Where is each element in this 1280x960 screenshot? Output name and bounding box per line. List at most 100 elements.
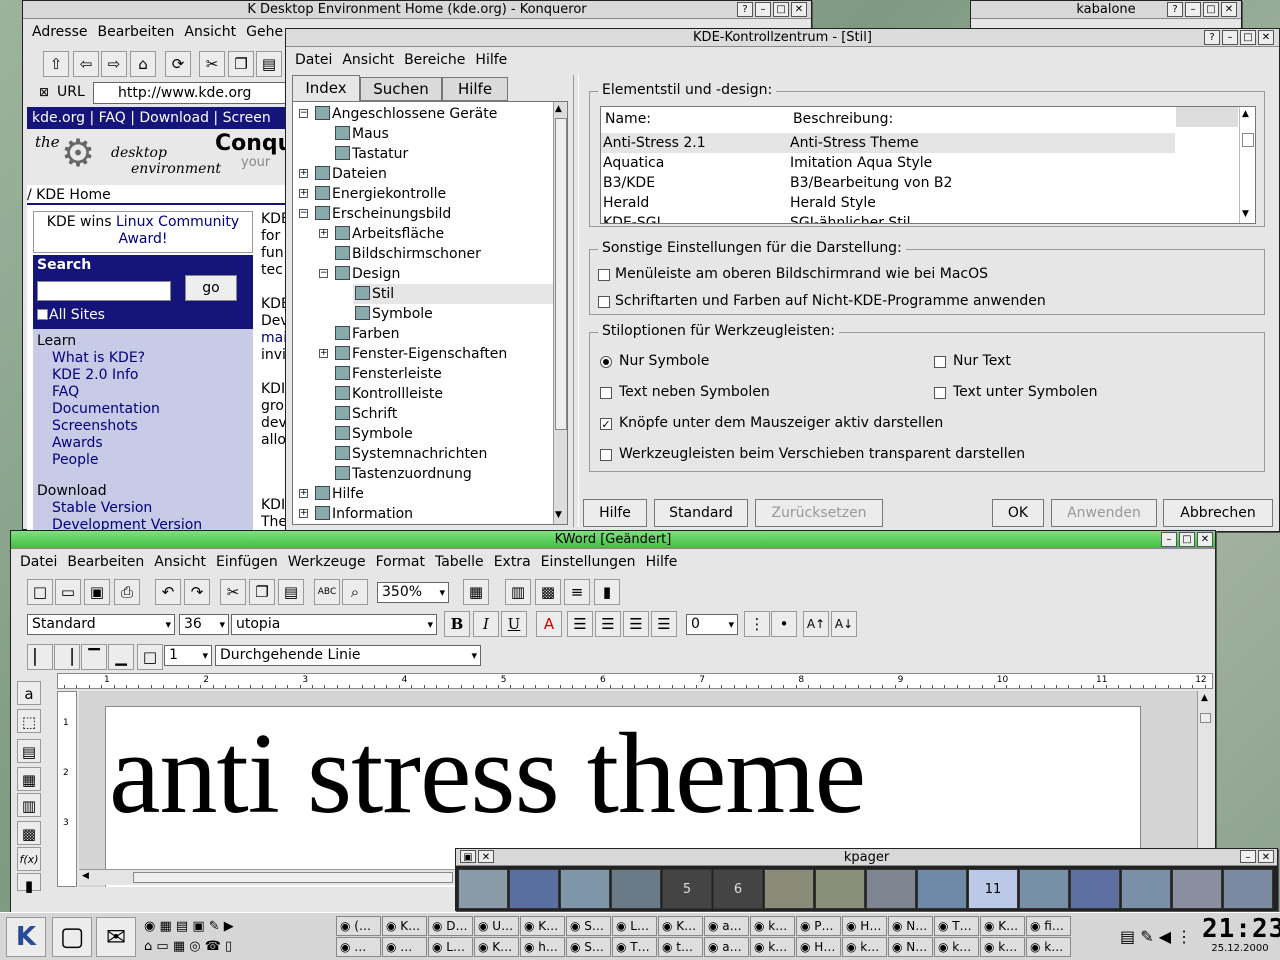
- paste-icon[interactable]: ▤: [278, 579, 304, 605]
- align-justify-icon[interactable]: ☰: [651, 611, 677, 637]
- reset-button[interactable]: Zurücksetzen: [755, 499, 883, 527]
- tree-item[interactable]: Information: [315, 504, 413, 524]
- link-faq[interactable]: FAQ: [52, 384, 253, 401]
- pager-desktop[interactable]: [1223, 869, 1273, 909]
- apply-colors-checkbox[interactable]: [598, 296, 610, 308]
- create-picture-frame-icon[interactable]: ▦: [17, 767, 41, 791]
- hover-buttons-checkbox[interactable]: ✓: [600, 418, 612, 430]
- lifesaver-icon[interactable]: ◎: [189, 939, 204, 954]
- home-icon[interactable]: ⌂: [130, 51, 156, 77]
- open-icon[interactable]: ▭: [55, 579, 81, 605]
- scroll-up-icon[interactable]: ▲: [1242, 109, 1249, 119]
- volume-icon[interactable]: ◀: [1159, 927, 1171, 946]
- usb-icon[interactable]: ⋮: [1176, 927, 1192, 946]
- kabalone-minimize-button[interactable]: –: [1185, 2, 1201, 17]
- menu-einfuegen[interactable]: Einfügen: [211, 554, 283, 570]
- task-button[interactable]: ◉ t…: [658, 937, 703, 957]
- tab-suchen[interactable]: Suchen: [360, 77, 442, 101]
- task-button[interactable]: ◉ T…: [934, 916, 979, 936]
- link-screenshots[interactable]: Screenshots: [52, 418, 253, 435]
- kabalone-help-button[interactable]: ?: [1167, 2, 1183, 17]
- new-icon[interactable]: □: [27, 579, 53, 605]
- task-button[interactable]: ◉ h…: [520, 937, 565, 957]
- scroll-thumb[interactable]: [1242, 133, 1254, 147]
- pager-desktop[interactable]: 6: [713, 869, 763, 909]
- bold-icon[interactable]: B: [444, 611, 470, 637]
- scroll-down-icon[interactable]: ▼: [1242, 209, 1249, 219]
- task-button[interactable]: ◉ L…: [612, 916, 657, 936]
- task-button[interactable]: ◉ (…: [336, 916, 381, 936]
- tree-item[interactable]: Design: [335, 264, 400, 284]
- kcontrol-titlebar[interactable]: KDE-Kontrollzentrum - [Stil]: [286, 29, 1279, 47]
- save-icon[interactable]: ▣: [84, 579, 110, 605]
- tree-item[interactable]: Systemnachrichten: [335, 444, 487, 464]
- apply-button[interactable]: Anwenden: [1051, 499, 1157, 527]
- up-icon[interactable]: ⇧: [43, 51, 69, 77]
- tree-item[interactable]: Energiekontrolle: [315, 184, 446, 204]
- border-right-icon[interactable]: ▕: [54, 644, 80, 670]
- create-table-icon[interactable]: ▥: [17, 793, 41, 817]
- vertical-ruler[interactable]: 1 2 3: [57, 691, 77, 887]
- print-icon[interactable]: ⎙: [114, 579, 140, 605]
- package-icon[interactable]: ▤: [176, 919, 192, 934]
- menu-ansicht[interactable]: Ansicht: [179, 24, 241, 40]
- style-row[interactable]: KDE-SGI SGI-ähnlicher Stil: [601, 213, 1175, 223]
- copy-icon[interactable]: ❐: [249, 579, 275, 605]
- menu-ansicht[interactable]: Ansicht: [337, 52, 399, 68]
- task-button[interactable]: ◉ U…: [474, 916, 519, 936]
- tree-item[interactable]: Symbole: [335, 424, 413, 444]
- cancel-button[interactable]: Abbrechen: [1163, 499, 1273, 527]
- icons-only-radio[interactable]: [600, 356, 612, 368]
- task-button[interactable]: ◉ k…: [934, 937, 979, 957]
- tree-item[interactable]: Angeschlossene Geräte: [315, 104, 497, 124]
- award-link[interactable]: Linux Community: [116, 214, 239, 230]
- task-button[interactable]: ◉ K…: [658, 916, 703, 936]
- tree-expander-icon[interactable]: −: [299, 109, 308, 118]
- tree-item[interactable]: Farben: [335, 324, 399, 344]
- pager-desktop[interactable]: [1070, 869, 1120, 909]
- link-kde-20-info[interactable]: KDE 2.0 Info: [52, 367, 253, 384]
- kcontrol-help-button[interactable]: ?: [1204, 30, 1220, 45]
- task-button[interactable]: ◉ S…: [566, 937, 611, 957]
- col-desc-header[interactable]: Beschreibung:: [793, 111, 893, 127]
- link-stable-version[interactable]: Stable Version: [52, 500, 253, 517]
- underline-icon[interactable]: U: [501, 611, 527, 637]
- back-icon[interactable]: ⇦: [73, 51, 99, 77]
- task-button[interactable]: ◉ K…: [382, 916, 427, 936]
- insert-part-icon[interactable]: ▩: [535, 579, 561, 605]
- k-menu-icon[interactable]: K: [6, 917, 46, 957]
- task-button[interactable]: ◉ k…: [1026, 937, 1071, 957]
- tree-scrollbar[interactable]: ▲ ▼: [553, 102, 567, 524]
- url-clear-icon[interactable]: ⊠: [39, 85, 49, 99]
- kabalone-close-button[interactable]: ✕: [1221, 2, 1237, 17]
- tab-index[interactable]: Index: [292, 75, 360, 101]
- cut-icon[interactable]: ✂: [220, 579, 246, 605]
- style-row[interactable]: Herald Herald Style: [601, 193, 1175, 213]
- tab-hilfe[interactable]: Hilfe: [442, 77, 508, 101]
- edit-text-tool-icon[interactable]: a: [17, 681, 41, 705]
- horizontal-ruler[interactable]: 1 2 3 4 5 6 7 8 9 10 11 12: [57, 673, 1213, 689]
- style-row[interactable]: Aquatica Imitation Aqua Style: [601, 153, 1175, 173]
- task-button[interactable]: ◉ a…: [704, 916, 749, 936]
- link-what-is-kde[interactable]: What is KDE?: [52, 350, 253, 367]
- task-button[interactable]: ◉ k…: [750, 937, 795, 957]
- style-row[interactable]: B3/KDE B3/Bearbeitung von B2: [601, 173, 1175, 193]
- pager-desktop[interactable]: [764, 869, 814, 909]
- tree-expander-icon[interactable]: +: [319, 349, 328, 358]
- font-select[interactable]: utopia: [231, 614, 437, 635]
- task-button[interactable]: ◉ N…: [888, 937, 933, 957]
- menu-bearbeiten[interactable]: Bearbeiten: [92, 24, 179, 40]
- tree-item[interactable]: Schrift: [335, 404, 397, 424]
- url-input[interactable]: http://www.kde.org: [93, 82, 293, 104]
- tree-item[interactable]: Stil: [355, 284, 394, 304]
- italic-icon[interactable]: I: [473, 611, 499, 637]
- ok-button[interactable]: OK: [992, 499, 1044, 527]
- konqueror-close-button[interactable]: ✕: [791, 2, 807, 17]
- document-icon[interactable]: ▯: [225, 939, 232, 954]
- create-text-frame-icon[interactable]: ▤: [17, 739, 41, 763]
- tree-expander-icon[interactable]: −: [319, 269, 328, 278]
- task-button[interactable]: ◉ T…: [612, 937, 657, 957]
- scroll-thumb[interactable]: [133, 872, 453, 883]
- align-left-icon[interactable]: ☰: [567, 611, 593, 637]
- border-left-icon[interactable]: ▏: [27, 644, 53, 670]
